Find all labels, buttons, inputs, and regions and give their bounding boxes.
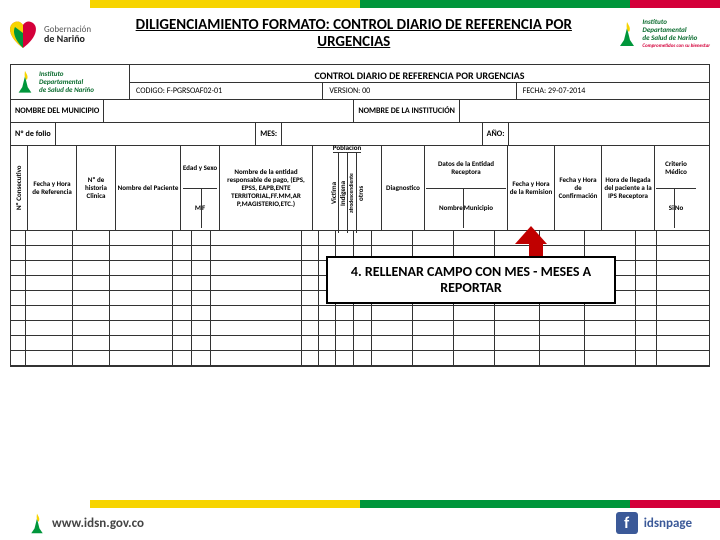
footer: www.idsn.gov.co f idsnpage — [0, 500, 720, 540]
label-folio: Nº de folio — [11, 123, 55, 145]
label-institucion: NOMBRE DE LA INSTITUCIÓN — [354, 100, 459, 122]
idsn-logo-header: Instituto Departamental de Salud de Nari… — [616, 18, 710, 50]
col-historia: Nº de historia Clinica — [77, 146, 116, 230]
footer-url[interactable]: www.idsn.gov.co — [52, 516, 144, 531]
input-ano[interactable] — [508, 123, 709, 145]
form-fecha: FECHA: 29-07-2014 — [517, 83, 709, 99]
form-codigo: CODIGO: F-PGRSOAF02-01 — [130, 83, 323, 99]
table-row[interactable] — [11, 231, 709, 246]
top-color-stripe — [0, 0, 720, 8]
label-ano: AÑO: — [483, 123, 509, 145]
col-poblacion: Poblacion Victima Indigena afrodescendie… — [313, 146, 382, 230]
callout-text: 4. RELLENAR CAMPO CON MES - MESES A REPO… — [326, 256, 616, 304]
form-title: CONTROL DIARIO DE REFERENCIA POR URGENCI… — [130, 65, 709, 82]
col-edad-sexo: Edad y Sexo MF — [181, 146, 220, 230]
idsn-tag: Comprometidos con su bienestar — [642, 42, 710, 50]
col-hora-llegada: Hora de llegada del paciente a la IPS Re… — [602, 146, 655, 230]
table-row[interactable] — [11, 336, 709, 351]
flame-icon — [616, 20, 638, 48]
idsn-l3: de Salud de Nariño — [642, 34, 710, 42]
col-criterio: Criterio Médico SiNo — [655, 146, 697, 230]
col-fecha-ref: Fecha y Hora de Referencia — [28, 146, 77, 230]
fh-l3: de Salud de Nariño — [39, 86, 94, 94]
table-row[interactable] — [11, 321, 709, 336]
col-diagnostico: Diagnostico — [382, 146, 425, 230]
col-entidad-receptora: Datos de la Entidad Receptora NombreMuni… — [425, 146, 508, 230]
table-header: Nº Consecutivo Fecha y Hora de Referenci… — [11, 146, 709, 231]
form-container: Instituto Departamental de Salud de Nari… — [10, 64, 710, 367]
label-mes: MES: — [256, 123, 281, 145]
col-fecha-confirm: Fecha y Hora de Confirmación — [555, 146, 602, 230]
table-row[interactable] — [11, 306, 709, 321]
table-row[interactable] — [11, 351, 709, 366]
col-fecha-remision: Fecha y Hora de la Remision — [508, 146, 555, 230]
page-title: DILIGENCIAMIENTO FORMATO: CONTROL DIARIO… — [91, 17, 616, 51]
gob-bold: de Nariño — [44, 34, 91, 43]
heart-icon — [6, 19, 40, 49]
callout-annotation: 4. RELLENAR CAMPO CON MES - MESES A REPO… — [326, 256, 616, 304]
col-consecutivo: Nº Consecutivo — [15, 148, 23, 228]
facebook-icon[interactable]: f — [616, 512, 638, 534]
label-municipio: NOMBRE DEL MUNICIPIO — [11, 100, 103, 122]
gobernacion-logo: Gobernación de Nariño — [6, 19, 91, 49]
facebook-page[interactable]: idsnpage — [644, 516, 692, 531]
input-municipio[interactable] — [103, 100, 354, 122]
flame-icon — [15, 69, 35, 95]
col-entidad-pago: Nombre de la entidad responsable de pago… — [220, 146, 313, 230]
form-version: VERSION: 00 — [323, 83, 516, 99]
form-logo-cell: Instituto Departamental de Salud de Nari… — [11, 65, 130, 99]
header-bar: Gobernación de Nariño DILIGENCIAMIENTO F… — [0, 8, 720, 60]
col-paciente: Nombre del Paciente — [116, 146, 181, 230]
input-mes[interactable] — [281, 123, 483, 145]
flame-icon — [28, 512, 46, 534]
input-institucion[interactable] — [459, 100, 709, 122]
input-folio[interactable] — [55, 123, 257, 145]
